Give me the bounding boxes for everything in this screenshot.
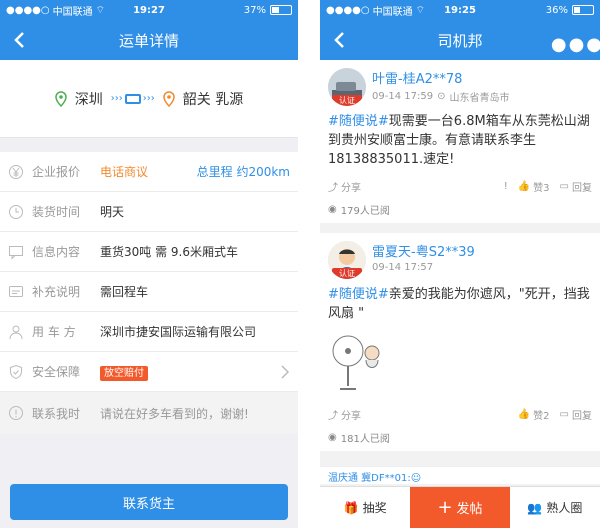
detail-row-price: 企业报价 电话商议 总里程 约200km bbox=[0, 152, 298, 192]
gift-icon: 🎁 bbox=[343, 500, 359, 515]
contact-shipper-button[interactable]: 联系货主 bbox=[10, 484, 288, 520]
contact-hint-row: 联系我时 请说在好多车看到的，谢谢! bbox=[0, 392, 298, 434]
shield-icon bbox=[10, 364, 22, 379]
status-bar: ●●●●○ 中国联通 ⌔ 19:27 37% bbox=[0, 0, 298, 20]
verified-badge: 认证 bbox=[332, 268, 362, 279]
share-icon: ⤴ bbox=[328, 182, 338, 194]
driver-community-screen: ●●●●○ 中国联通 ⌔ 19:25 36% 司机邦 ●●● 认证 叶雷-桂A2**… bbox=[320, 0, 600, 528]
smiley-icon: ☺ bbox=[410, 473, 422, 484]
post-username[interactable]: 叶雷-桂A2**78 bbox=[372, 68, 509, 87]
like-button[interactable]: 👍 赞3 bbox=[518, 179, 550, 194]
post-body: #随便说#现需要一台6.8M箱车从东莞松山湖到贵州安顺富士康。有意请联系李生18… bbox=[328, 112, 592, 169]
bottom-tab-bar: 🎁 抽奖 + 发帖 👥 熟人圈 bbox=[320, 486, 600, 528]
nav-bar: 运单详情 bbox=[0, 20, 298, 60]
destination-pin-icon bbox=[163, 90, 175, 107]
eye-icon: ◉ bbox=[328, 431, 337, 443]
post-body: #随便说#亲爱的我能为你遮风，"死开，挡我风扇 " bbox=[328, 285, 592, 323]
truck-icon: ››› ››› bbox=[110, 93, 155, 104]
reply-icon: ▭ bbox=[559, 408, 569, 420]
detail-label: 用 车 方 bbox=[32, 325, 76, 339]
detail-value: 需回程车 bbox=[100, 285, 149, 299]
detail-label: 企业报价 bbox=[32, 165, 81, 179]
status-time: 19:27 bbox=[133, 4, 165, 16]
nav-bar: 司机邦 ●●● bbox=[320, 20, 600, 60]
thumbs-up-icon: 👍 bbox=[517, 408, 531, 420]
detail-label: 补充说明 bbox=[32, 285, 81, 299]
thumbs-up-icon: 👍 bbox=[517, 180, 531, 192]
page-title: 司机邦 bbox=[437, 31, 483, 50]
eye-icon: ◉ bbox=[328, 203, 337, 215]
detail-row-loading-time: 装货时间 明天 bbox=[0, 192, 298, 232]
detail-row-note: 补充说明 需回程车 bbox=[0, 272, 298, 312]
chevron-right-icon bbox=[281, 364, 290, 379]
avatar[interactable]: 认证 bbox=[328, 241, 366, 279]
back-icon[interactable] bbox=[10, 30, 30, 50]
view-count: ◉ 179人已阅 bbox=[328, 203, 390, 217]
post-image[interactable] bbox=[328, 329, 384, 393]
verified-badge: 认证 bbox=[332, 95, 362, 106]
waybill-detail-screen: ●●●●○ 中国联通 ⌔ 19:27 37% 运单详情 深圳 ››› ››› 韶关 乳… bbox=[0, 0, 298, 528]
post-actions: ⤴ 分享 👍 赞2 ▭ 回复 bbox=[328, 405, 592, 423]
detail-row-shipper: 用 车 方 深圳市捷安国际运输有限公司 bbox=[0, 312, 298, 352]
tab-new-post[interactable]: + 发帖 bbox=[410, 487, 510, 528]
avatar[interactable]: 认证 bbox=[328, 68, 366, 106]
detail-label: 装货时间 bbox=[32, 205, 81, 219]
route-origin: 深圳 bbox=[74, 91, 103, 108]
post-time: 09-14 17:59 bbox=[372, 91, 434, 102]
detail-label: 安全保障 bbox=[32, 365, 81, 379]
screenshot-stage: ●●●●○ 中国联通 ⌔ 19:27 37% 运单详情 深圳 ››› ››› 韶关 乳… bbox=[0, 0, 600, 528]
detail-row-info: 信息内容 重货30吨 需 9.6米厢式车 bbox=[0, 232, 298, 272]
battery-icon bbox=[270, 5, 292, 15]
detail-list: 企业报价 电话商议 总里程 约200km 装货时间 明天 信息内容 重货30吨 … bbox=[0, 152, 298, 392]
message-icon bbox=[9, 245, 23, 260]
more-icon[interactable]: ●●● bbox=[551, 34, 600, 55]
tab-lottery[interactable]: 🎁 抽奖 bbox=[320, 487, 410, 528]
share-icon: ⤴ bbox=[328, 410, 338, 422]
back-icon[interactable] bbox=[330, 30, 350, 50]
clock-icon bbox=[9, 204, 23, 219]
share-button[interactable]: ⤴ 分享 bbox=[328, 407, 361, 422]
detail-label: 联系我时 bbox=[32, 406, 81, 421]
page-title: 运单详情 bbox=[118, 31, 179, 50]
detail-row-safety[interactable]: 安全保障 放空赔付 bbox=[0, 352, 298, 392]
status-time: 19:25 bbox=[444, 4, 476, 16]
tab-friends-circle[interactable]: 👥 熟人圈 bbox=[510, 487, 600, 528]
route-summary: 深圳 ››› ››› 韶关 乳源 bbox=[0, 60, 298, 138]
route-destination: 韶关 乳源 bbox=[182, 91, 244, 108]
post-actions: ⤴ 分享 ! 👍 赞3 ▭ 回复 bbox=[328, 177, 592, 195]
feed-post[interactable]: 认证 雷夏天-粤S2**39 09-14 17:57 #随便说#亲爱的我能为你遮… bbox=[320, 233, 600, 451]
contact-hint-text: 请说在好多车看到的，谢谢! bbox=[100, 406, 249, 421]
user-icon bbox=[9, 325, 23, 339]
status-bar: ●●●●○ 中国联通 ⌔ 19:25 36% bbox=[320, 0, 600, 20]
battery-icon bbox=[572, 5, 594, 15]
price-value: 电话商议 bbox=[100, 165, 149, 179]
hashtag[interactable]: #随便说# bbox=[328, 114, 389, 129]
origin-pin-icon bbox=[55, 90, 67, 107]
reply-button[interactable]: ▭ 回复 bbox=[560, 179, 592, 194]
reply-icon: ▭ bbox=[559, 180, 569, 192]
feed-post[interactable]: 认证 叶雷-桂A2**78 09-14 17:59 ⊙ 山东省青岛市 #随便说#现需… bbox=[320, 60, 600, 223]
detail-value: 深圳市捷安国际运输有限公司 bbox=[100, 325, 257, 339]
detail-value: 明天 bbox=[100, 205, 125, 219]
post-username[interactable]: 雷夏天-粤S2**39 bbox=[372, 241, 475, 260]
plus-icon: + bbox=[437, 497, 453, 518]
detail-value: 重货30吨 需 9.6米厢式车 bbox=[100, 245, 238, 259]
info-icon bbox=[9, 406, 23, 420]
location-icon: ⊙ bbox=[437, 91, 446, 102]
report-icon[interactable]: ! bbox=[504, 181, 508, 192]
post-location: 山东省青岛市 bbox=[449, 93, 510, 104]
total-distance: 总里程 约200km bbox=[196, 165, 290, 179]
news-ticker[interactable]: 温庆通 冀DF**01:☺ bbox=[320, 466, 600, 484]
empty-run-compensation-badge: 放空赔付 bbox=[100, 366, 148, 381]
note-icon bbox=[9, 285, 23, 297]
hashtag[interactable]: #随便说# bbox=[328, 287, 389, 302]
like-button[interactable]: 👍 赞2 bbox=[518, 407, 550, 422]
reply-button[interactable]: ▭ 回复 bbox=[560, 407, 592, 422]
view-count: ◉ 181人已阅 bbox=[328, 431, 390, 445]
people-icon: 👥 bbox=[527, 500, 543, 515]
share-button[interactable]: ⤴ 分享 bbox=[328, 179, 361, 194]
post-time: 09-14 17:57 bbox=[372, 262, 434, 273]
yen-icon bbox=[9, 164, 23, 179]
detail-label: 信息内容 bbox=[32, 245, 81, 259]
